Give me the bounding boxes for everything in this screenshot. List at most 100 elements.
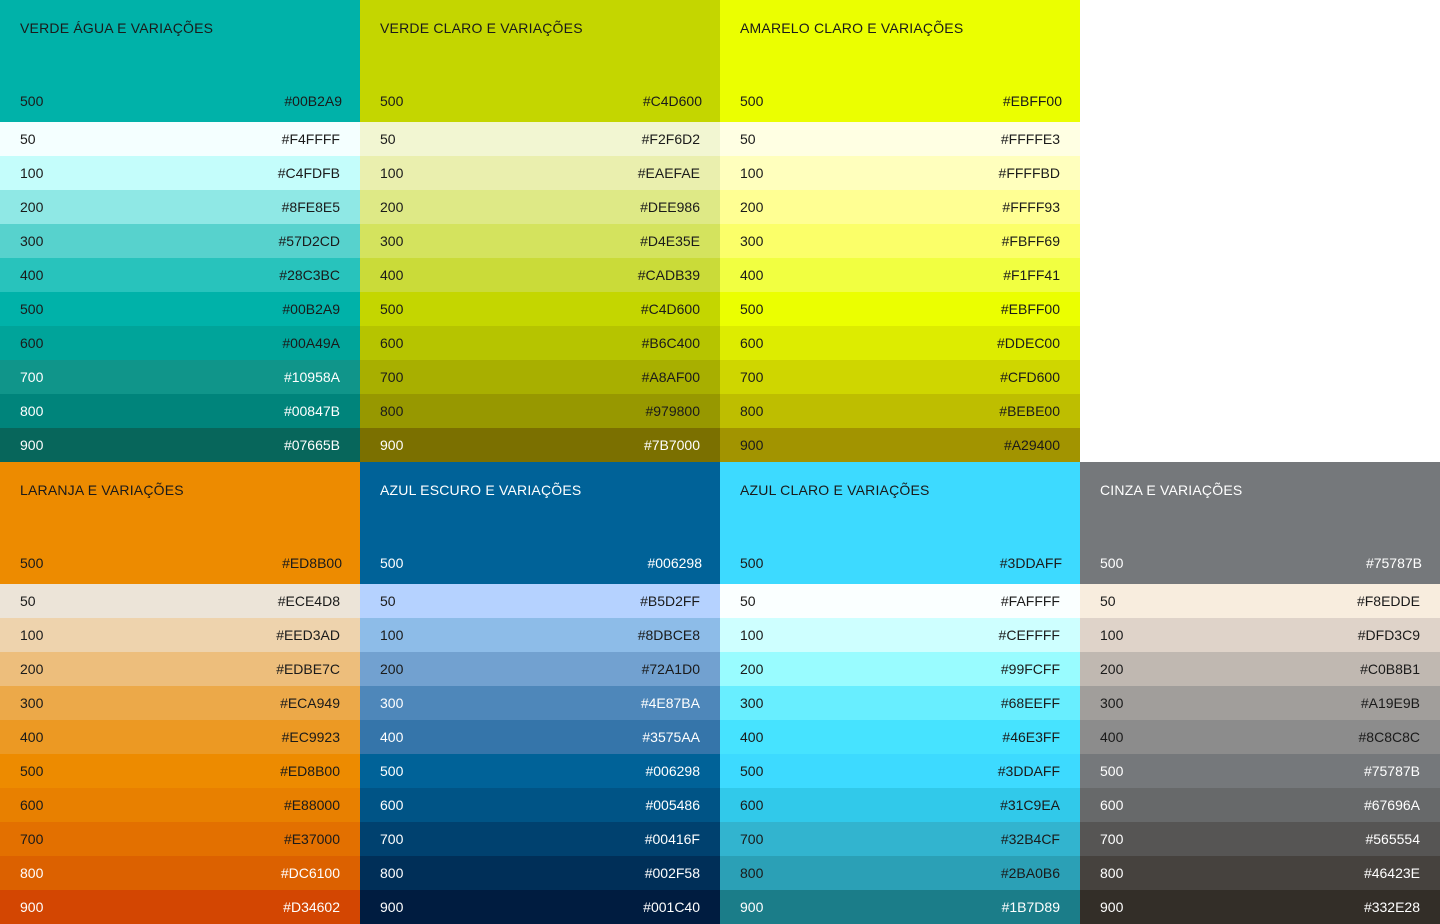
shade-label: 100 <box>380 165 404 181</box>
palette-header: CINZA E VARIAÇÕES 500 #75787B <box>1080 462 1440 584</box>
hex-label: #28C3BC <box>279 267 340 283</box>
shade-swatch-row: 500 #EBFF00 <box>720 292 1080 326</box>
palette-header: AZUL CLARO E VARIAÇÕES 500 #3DDAFF <box>720 462 1080 584</box>
shade-label: 400 <box>740 267 764 283</box>
shade-swatch-row: 800 #002F58 <box>360 856 720 890</box>
shade-swatch-row: 800 #979800 <box>360 394 720 428</box>
hex-label: #72A1D0 <box>641 661 700 677</box>
base-hex-label: #EBFF00 <box>1002 93 1062 109</box>
hex-label: #FFFFE3 <box>1000 131 1060 147</box>
palette-base-row: 500 #00B2A9 <box>20 93 342 109</box>
shade-label: 400 <box>20 729 44 745</box>
shade-swatch-row: 700 #32B4CF <box>720 822 1080 856</box>
shade-label: 100 <box>20 627 44 643</box>
shade-swatch-row: 500 #C4D600 <box>360 292 720 326</box>
shade-label: 900 <box>20 899 44 915</box>
shade-swatch-row: 600 #67696A <box>1080 788 1440 822</box>
hex-label: #2BA0B6 <box>1000 865 1060 881</box>
hex-label: #B6C400 <box>641 335 700 351</box>
shade-label: 700 <box>740 831 764 847</box>
palette-card: VERDE ÁGUA E VARIAÇÕES 500 #00B2A9 50 #F4FFF… <box>0 0 360 462</box>
hex-label: #001C40 <box>643 899 700 915</box>
shade-label: 50 <box>740 593 756 609</box>
hex-label: #F4FFFF <box>281 131 340 147</box>
shade-swatch-row: 500 #75787B <box>1080 754 1440 788</box>
palette-card: CINZA E VARIAÇÕES 500 #75787B 50 #F8EDDE 100 #… <box>1080 462 1440 924</box>
shade-swatch-row: 300 #D4E35E <box>360 224 720 258</box>
shade-swatch-row: 900 #1B7D89 <box>720 890 1080 924</box>
shade-swatch-row: 300 #ECA949 <box>0 686 360 720</box>
shade-label: 200 <box>380 199 404 215</box>
shade-label: 300 <box>1100 695 1124 711</box>
hex-label: #32B4CF <box>1000 831 1060 847</box>
shade-swatch-row: 400 #28C3BC <box>0 258 360 292</box>
shade-label: 400 <box>380 729 404 745</box>
shade-label: 300 <box>740 695 764 711</box>
hex-label: #DC6100 <box>280 865 340 881</box>
hex-label: #EC9923 <box>281 729 340 745</box>
hex-label: #979800 <box>645 403 700 419</box>
base-shade-label: 500 <box>20 555 44 571</box>
shade-swatch-row: 200 #C0B8B1 <box>1080 652 1440 686</box>
hex-label: #006298 <box>645 763 700 779</box>
shade-swatch-row: 600 #00A49A <box>0 326 360 360</box>
shade-swatch-row: 400 #CADB39 <box>360 258 720 292</box>
shade-label: 100 <box>740 165 764 181</box>
shade-swatch-row: 100 #FFFFBD <box>720 156 1080 190</box>
shade-label: 700 <box>20 369 44 385</box>
shade-label: 400 <box>20 267 44 283</box>
hex-label: #332E28 <box>1363 899 1420 915</box>
shade-swatch-row: 400 #EC9923 <box>0 720 360 754</box>
shade-swatch-row: 50 #F8EDDE <box>1080 584 1440 618</box>
hex-label: #57D2CD <box>278 233 340 249</box>
shade-label: 900 <box>380 899 404 915</box>
hex-label: #CADB39 <box>637 267 700 283</box>
shade-label: 50 <box>20 131 36 147</box>
shade-swatch-row: 200 #8FE8E5 <box>0 190 360 224</box>
hex-label: #67696A <box>1363 797 1420 813</box>
shade-label: 50 <box>20 593 36 609</box>
shade-swatch-row: 700 #E37000 <box>0 822 360 856</box>
shade-swatch-row: 400 #F1FF41 <box>720 258 1080 292</box>
palette-base-row: 500 #ED8B00 <box>20 555 342 571</box>
hex-label: #31C9EA <box>1000 797 1060 813</box>
palette-base-row: 500 #75787B <box>1100 555 1422 571</box>
shade-label: 500 <box>740 301 764 317</box>
hex-label: #3575AA <box>642 729 700 745</box>
base-shade-label: 500 <box>380 555 404 571</box>
hex-label: #CEFFFF <box>998 627 1060 643</box>
shade-swatch-row: 100 #DFD3C9 <box>1080 618 1440 652</box>
hex-label: #8C8C8C <box>1358 729 1420 745</box>
base-shade-label: 500 <box>740 555 764 571</box>
palette-title: AZUL ESCURO E VARIAÇÕES <box>380 482 582 498</box>
palette-header: VERDE CLARO E VARIAÇÕES 500 #C4D600 <box>360 0 720 122</box>
hex-label: #F1FF41 <box>1003 267 1060 283</box>
shade-label: 400 <box>380 267 404 283</box>
shade-label: 500 <box>380 301 404 317</box>
hex-label: #10958A <box>283 369 340 385</box>
hex-label: #C4FDFB <box>277 165 340 181</box>
shade-swatch-row: 900 #001C40 <box>360 890 720 924</box>
shade-swatch-row: 600 #DDEC00 <box>720 326 1080 360</box>
shade-swatch-row: 300 #4E87BA <box>360 686 720 720</box>
shade-swatch-row: 300 #FBFF69 <box>720 224 1080 258</box>
shade-label: 600 <box>1100 797 1124 813</box>
hex-label: #68EEFF <box>1000 695 1060 711</box>
hex-label: #DEE986 <box>640 199 700 215</box>
shade-swatch-row: 600 #E88000 <box>0 788 360 822</box>
hex-label: #F8EDDE <box>1356 593 1420 609</box>
hex-label: #EDBE7C <box>276 661 340 677</box>
hex-label: #46423E <box>1363 865 1420 881</box>
shade-label: 200 <box>740 661 764 677</box>
hex-label: #00A49A <box>282 335 340 351</box>
shade-label: 900 <box>1100 899 1124 915</box>
hex-label: #DFD3C9 <box>1357 627 1420 643</box>
shade-swatch-row: 50 #F4FFFF <box>0 122 360 156</box>
shade-swatch-row: 800 #46423E <box>1080 856 1440 890</box>
shade-label: 500 <box>1100 763 1124 779</box>
hex-label: #ED8B00 <box>280 763 340 779</box>
palette-card: AZUL ESCURO E VARIAÇÕES 500 #006298 50 #B5D2… <box>360 462 720 924</box>
shade-swatch-row: 600 #005486 <box>360 788 720 822</box>
shade-label: 800 <box>740 865 764 881</box>
shade-label: 700 <box>1100 831 1124 847</box>
